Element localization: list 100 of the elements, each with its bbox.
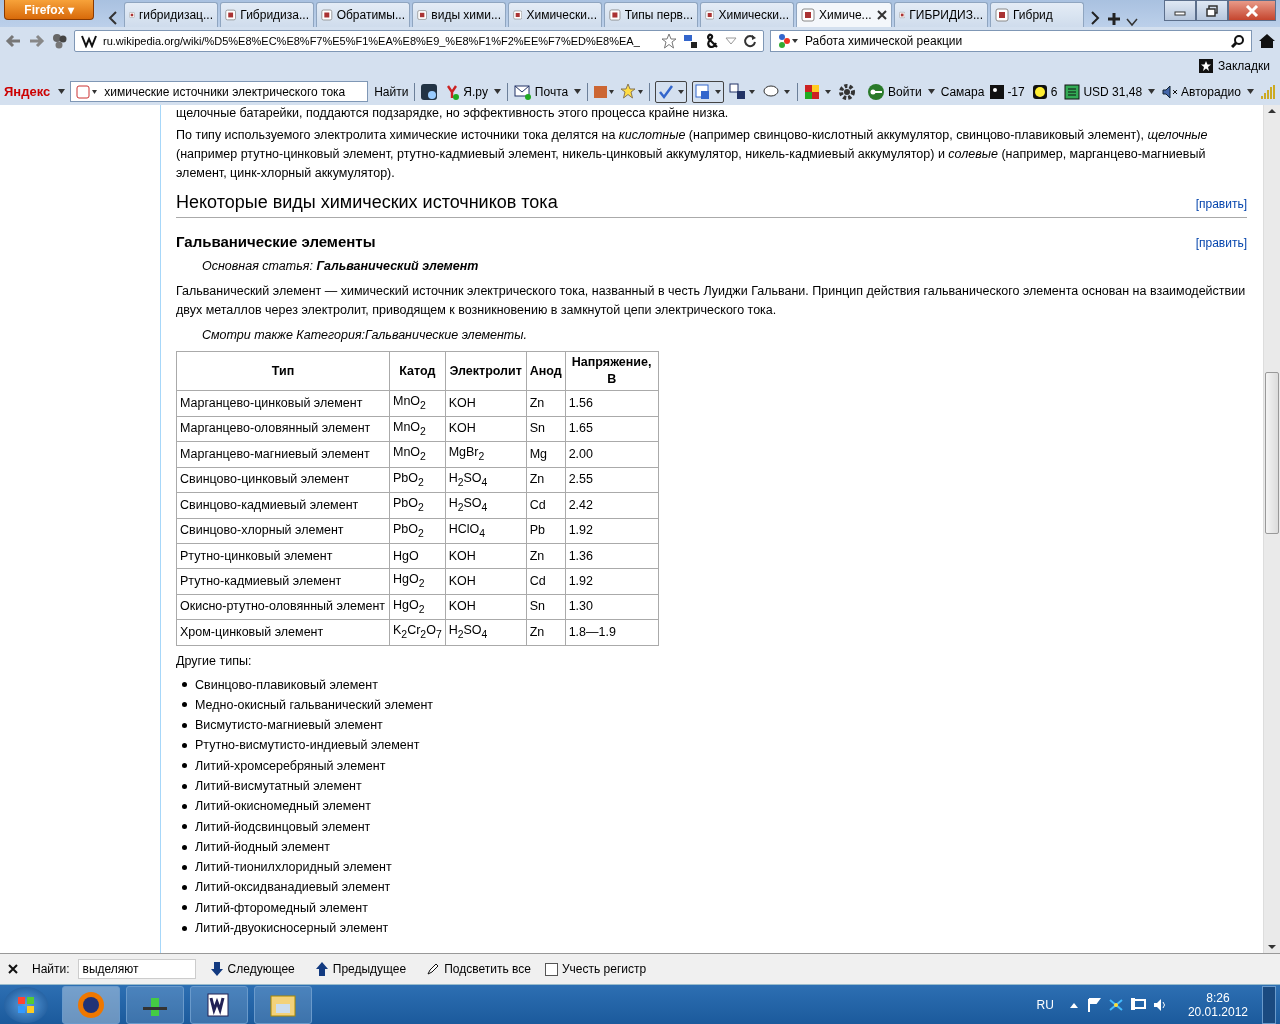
table-cell: Sn: [526, 416, 566, 442]
table-cell: MnO$_{2}$: [389, 416, 446, 442]
yaru-button[interactable]: Я.ру: [443, 83, 502, 100]
yandex-menu[interactable]: Яндекс: [4, 84, 51, 99]
list-item: Литий-окисномедный элемент: [195, 798, 371, 816]
list-item: Литий-оксидванадиевый элемент: [195, 879, 391, 897]
table-cell: HgO$_{2}$: [389, 594, 446, 620]
column-header: Тип: [176, 351, 390, 391]
table-cell: 1.8—1.9: [565, 619, 659, 645]
section-heading: Некоторые виды химических источников тока: [176, 193, 558, 212]
table-cell: KOH: [445, 416, 527, 442]
search-field[interactable]: Работа химической реакции: [770, 29, 1252, 52]
table-cell: 2.42: [565, 492, 659, 518]
browser-tab[interactable]: гибридизац...: [124, 2, 218, 27]
table-cell: 1.30: [565, 594, 659, 620]
table-cell: HgO$_{2}$: [389, 568, 446, 594]
main-article-note: Основная статья: Гальванический элемент: [202, 258, 480, 275]
table-cell: 1.65: [565, 416, 659, 442]
highlight-button[interactable]: Подсветить все: [420, 961, 537, 977]
browser-tab[interactable]: Гибридиза...: [220, 2, 314, 27]
mail-button[interactable]: Почта: [512, 83, 583, 100]
list-item: Литий-йодсвинцовый элемент: [195, 818, 371, 836]
list-heading: Другие типы:: [176, 652, 253, 670]
next-button[interactable]: Следующее: [203, 960, 301, 978]
table-cell: H$_{2}$SO$_{4}$: [445, 492, 527, 518]
column-header: Электролит: [445, 351, 527, 391]
list-item: Литий-фторомедный элемент: [195, 899, 368, 917]
table-cell: 1.92: [565, 568, 659, 594]
login-button[interactable]: Войти: [866, 82, 936, 101]
table-cell: Свинцово-цинковый элемент: [176, 467, 390, 493]
browser-tab[interactable]: Химиче...: [796, 2, 892, 27]
table-cell: Свинцово-хлорный элемент: [176, 518, 390, 544]
table-cell: Марганцево-оловянный элемент: [176, 416, 390, 442]
table-cell: Марганцево-цинковый элемент: [176, 390, 390, 416]
autoradio-button[interactable]: Авторадио: [1161, 83, 1255, 100]
table-cell: PbO$_{2}$: [389, 518, 446, 544]
currency-button[interactable]: USD 31,48: [1063, 83, 1157, 100]
list-item: Литий-висмутатный элемент: [195, 778, 362, 795]
browser-tab[interactable]: ГИБРИДИЗ...: [894, 2, 988, 27]
browser-tab[interactable]: Химически...: [700, 2, 794, 27]
see-also-note: Смотри также Категория:Гальванические элементы.: [202, 327, 528, 344]
table-cell: Окисно-ртутно-оловянный элемент: [176, 594, 390, 620]
list-item: Свинцово-плавиковый элемент: [195, 676, 378, 694]
table-cell: Свинцово-кадмиевый элемент: [176, 492, 390, 518]
table-cell: Cd: [526, 568, 566, 594]
traffic-button[interactable]: 6: [1030, 83, 1059, 100]
table-cell: 1.56: [565, 390, 659, 416]
table-cell: KOH: [445, 568, 527, 594]
list-item: Ртутно-висмутисто-индиевый элемент: [195, 737, 420, 755]
table-cell: Zn: [526, 467, 566, 493]
list-item: Висмутисто-магниевый элемент: [195, 717, 383, 735]
table-cell: Ртутно-цинковый элемент: [176, 543, 390, 569]
table-cell: 2.00: [565, 441, 659, 467]
address-field[interactable]: ru.wikipedia.org/wiki/%D5%E8%EC%E8%F7%E5%F1%EA%E8%E9_%E8%F1%F2%EE%F7%ED%E8%EA_: [74, 29, 764, 52]
bookmarks-button[interactable]: Закладки: [1193, 58, 1276, 74]
table-cell: Mg: [526, 441, 566, 467]
browser-tab[interactable]: Гибрид: [990, 2, 1084, 27]
weather-button[interactable]: -17: [989, 84, 1026, 99]
browser-tab[interactable]: Типы перв...: [604, 2, 698, 27]
column-header: Напряжение, В: [565, 351, 659, 391]
table-cell: H$_{2}$SO$_{4}$: [445, 467, 527, 493]
table-cell: Cd: [526, 492, 566, 518]
table-cell: Pb: [526, 518, 566, 544]
language-indicator[interactable]: RU: [1036, 997, 1054, 1012]
checkbox-label: Учесть регистр: [561, 962, 647, 976]
list-item: Медно-окисный гальванический элемент: [195, 696, 434, 714]
browser-tab[interactable]: виды хими...: [412, 2, 506, 27]
find-label: Найти:: [32, 962, 70, 976]
list-item: Литий-двуокисносерный элемент: [195, 920, 389, 938]
edit-link[interactable]: [править]: [1195, 234, 1247, 253]
previous-button[interactable]: Предыдущее: [308, 960, 413, 978]
table-cell: 1.36: [565, 543, 659, 569]
list-item: Литий-хромсеребряный элемент: [195, 757, 386, 775]
table-cell: KOH: [445, 390, 527, 416]
table-cell: 1.92: [565, 518, 659, 544]
browser-tab[interactable]: Химически...: [508, 2, 602, 27]
paragraph: По типу используемого электролита химические источники тока делятся на кислотные (например свинцово-кислотный аккумулятор, свинцово-плавиковый элемент), щелочные (например ртутно-цинковый элемент, ртутно-кадмиевый элемент, никель-цинковый аккумулятор, никель-кадмиевый аккумулятор) и солевые (например, марганцево-магниевый элемент, цинк-хлорный аккумулятор).: [176, 127, 1209, 182]
table-cell: Хром-цинковый элемент: [176, 619, 390, 645]
find-field[interactable]: выделяют: [77, 959, 196, 979]
clock-time[interactable]: 8:26: [1206, 990, 1230, 1005]
clock-date[interactable]: 20.01.2012: [1187, 1004, 1248, 1019]
table-cell: MgBr$_{2}$: [445, 441, 527, 467]
table-cell: Марганцево-магниевый элемент: [176, 441, 390, 467]
edit-link[interactable]: [править]: [1195, 195, 1247, 214]
table-cell: Zn: [526, 390, 566, 416]
find-button[interactable]: Найти: [373, 84, 410, 99]
browser-tab[interactable]: Обратимы...: [316, 2, 410, 27]
table-cell: Zn: [526, 619, 566, 645]
paragraph: Гальванический элемент — химический источник электрического тока, названный в честь Луиджи Гальвани. Принцип действия гальванического элемента основан на взаимодействии двух металлов через электролит, приводящем к возникновению в замкнутой цепи электрического тока.: [176, 283, 1247, 319]
table-cell: KOH: [445, 543, 527, 569]
table-cell: MnO$_{2}$: [389, 441, 446, 467]
table-cell: MnO$_{2}$: [389, 390, 446, 416]
table-cell: KOH: [445, 594, 527, 620]
table-cell: HClO$_{4}$: [445, 518, 527, 544]
table-cell: Zn: [526, 543, 566, 569]
table-cell: Ртутно-кадмиевый элемент: [176, 568, 390, 594]
column-header: Анод: [526, 351, 566, 391]
yandex-search-field[interactable]: химические источники электрического тока: [70, 81, 369, 102]
list-item: Литий-йодный элемент: [195, 838, 330, 856]
city-label[interactable]: Самара: [940, 84, 985, 99]
